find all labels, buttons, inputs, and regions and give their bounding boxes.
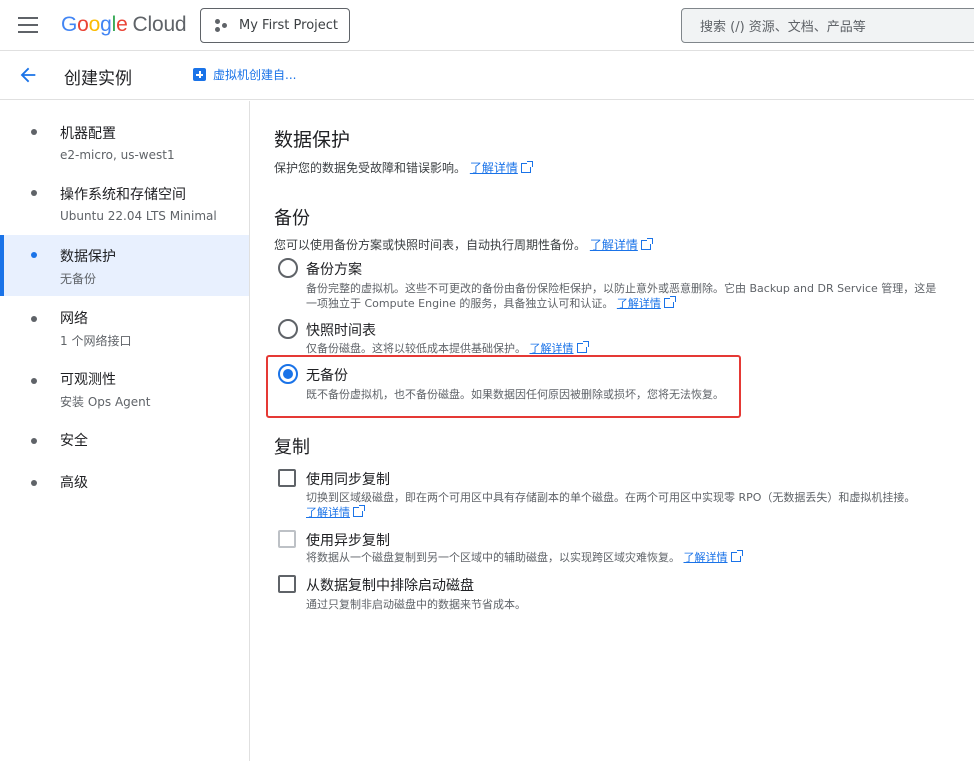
learn-more-link[interactable]: 了解详情 bbox=[470, 161, 533, 175]
sidebar-item-network[interactable]: 网络 1 个网络接口 bbox=[0, 302, 249, 356]
section-title: 数据保护 bbox=[274, 129, 351, 151]
no-backup-desc: 既不备份虚拟机，也不备份磁盘。如果数据因任何原因被删除或损坏，您将无法恢复。 bbox=[306, 388, 724, 401]
sidebar-item-sub: Ubuntu 22.04 LTS Minimal bbox=[60, 209, 217, 223]
bullet-icon bbox=[31, 480, 37, 486]
sync-replication-label: 使用同步复制 bbox=[306, 472, 390, 488]
snapshot-schedule-label: 快照时间表 bbox=[306, 323, 376, 339]
sidebar-item-security[interactable]: 安全 bbox=[0, 426, 249, 456]
learn-more-link[interactable]: 了解详情 bbox=[530, 341, 589, 355]
sidebar-item-label: 网络 bbox=[60, 311, 88, 327]
exclude-boot-disk-checkbox[interactable] bbox=[278, 575, 296, 593]
page-header: 创建实例 虚拟机创建自... bbox=[0, 51, 974, 100]
exclude-boot-disk-label: 从数据复制中排除启动磁盘 bbox=[306, 578, 474, 594]
external-link-icon bbox=[663, 296, 676, 308]
snapshot-schedule-radio[interactable] bbox=[278, 319, 298, 339]
project-selector-button[interactable]: My First Project bbox=[200, 8, 350, 43]
external-link-icon bbox=[520, 161, 533, 173]
external-link-icon bbox=[730, 550, 743, 562]
sidebar-item-label: 数据保护 bbox=[60, 249, 116, 265]
learn-more-link[interactable]: 了解详情 bbox=[590, 238, 653, 252]
sidebar-nav: 机器配置 e2-micro, us-west1 操作系统和存储空间 Ubuntu… bbox=[0, 101, 250, 761]
project-name: My First Project bbox=[239, 18, 339, 33]
learn-more-link[interactable]: 了解详情 bbox=[617, 296, 676, 310]
backup-heading: 备份 bbox=[274, 208, 310, 229]
back-arrow-icon[interactable] bbox=[17, 64, 39, 86]
sync-replication-desc: 切换到区域级磁盘，即在两个可用区中具有存储副本的单个磁盘。在两个可用区中实现零 … bbox=[306, 491, 916, 504]
backup-description: 您可以使用备份方案或快照时间表，自动执行周期性备份。 了解详情 bbox=[274, 236, 653, 253]
backup-plan-label: 备份方案 bbox=[306, 262, 362, 278]
external-link-icon bbox=[353, 505, 365, 517]
sidebar-item-os-storage[interactable]: 操作系统和存储空间 Ubuntu 22.04 LTS Minimal bbox=[0, 176, 249, 230]
bullet-icon bbox=[31, 316, 37, 322]
sidebar-item-sub: e2-micro, us-west1 bbox=[60, 148, 175, 162]
sidebar-item-sub: 安装 Ops Agent bbox=[60, 395, 151, 409]
section-description: 保护您的数据免受故障和错误影响。 了解详情 bbox=[274, 159, 533, 176]
bullet-icon bbox=[31, 190, 37, 196]
sidebar-item-data-protection[interactable]: 数据保护 无备份 bbox=[0, 235, 249, 296]
search-input[interactable]: 搜索 (/) 资源、文档、产品等 bbox=[681, 8, 974, 43]
replication-heading: 复制 bbox=[274, 437, 310, 458]
search-placeholder: 搜索 (/) 资源、文档、产品等 bbox=[700, 20, 866, 35]
sidebar-item-machine-config[interactable]: 机器配置 e2-micro, us-west1 bbox=[0, 115, 249, 169]
vm-create-from-link[interactable]: 虚拟机创建自... bbox=[193, 66, 296, 83]
vm-create-from-label: 虚拟机创建自... bbox=[213, 68, 297, 82]
top-bar: Google Cloud My First Project 搜索 (/) 资源、文… bbox=[0, 0, 974, 51]
google-cloud-logo[interactable]: Google Cloud bbox=[61, 13, 187, 37]
backup-plan-desc: 备份完整的虚拟机。这些不可更改的备份由备份保险柜保护，以防止意外或恶意删除。它由… bbox=[306, 282, 937, 295]
learn-more-link[interactable]: 了解详情 bbox=[684, 550, 743, 564]
sidebar-item-label: 机器配置 bbox=[60, 126, 116, 142]
sidebar-item-label: 可观测性 bbox=[60, 372, 116, 388]
sidebar-item-label: 安全 bbox=[60, 433, 88, 449]
async-replication-label: 使用异步复制 bbox=[306, 533, 390, 549]
sync-replication-desc-2: 了解详情 bbox=[306, 505, 365, 520]
sidebar-item-sub: 无备份 bbox=[60, 272, 97, 286]
sidebar-item-observability[interactable]: 可观测性 安装 Ops Agent bbox=[0, 364, 249, 418]
bullet-icon bbox=[31, 252, 37, 258]
backup-plan-radio[interactable] bbox=[278, 258, 298, 278]
bullet-icon bbox=[31, 129, 37, 135]
bullet-icon bbox=[31, 378, 37, 384]
sidebar-item-label: 高级 bbox=[60, 475, 88, 491]
exclude-boot-disk-desc: 通过只复制非启动磁盘中的数据来节省成本。 bbox=[306, 598, 526, 611]
sidebar-item-advanced[interactable]: 高级 bbox=[0, 468, 249, 498]
add-box-icon bbox=[193, 68, 206, 81]
menu-icon[interactable] bbox=[18, 17, 38, 33]
page-title: 创建实例 bbox=[64, 69, 132, 89]
sidebar-item-sub: 1 个网络接口 bbox=[60, 334, 132, 348]
external-link-icon bbox=[640, 238, 653, 250]
bullet-icon bbox=[31, 438, 37, 444]
learn-more-link[interactable]: 了解详情 bbox=[306, 505, 365, 519]
external-link-icon bbox=[576, 341, 589, 353]
backup-plan-desc-2: 一项独立于 Compute Engine 的服务，具备独立认可和认证。 了解详情 bbox=[306, 296, 676, 311]
project-hub-icon bbox=[215, 18, 229, 33]
sync-replication-checkbox[interactable] bbox=[278, 469, 296, 487]
no-backup-radio[interactable] bbox=[278, 364, 298, 384]
no-backup-label: 无备份 bbox=[306, 368, 348, 384]
sidebar-item-label: 操作系统和存储空间 bbox=[60, 187, 186, 203]
snapshot-schedule-desc: 仅备份磁盘。这将以较低成本提供基础保护。 了解详情 bbox=[306, 341, 589, 356]
async-replication-checkbox[interactable] bbox=[278, 530, 296, 548]
async-replication-desc: 将数据从一个磁盘复制到另一个区域中的辅助磁盘，以实现跨区域灾难恢复。 了解详情 bbox=[306, 550, 743, 565]
